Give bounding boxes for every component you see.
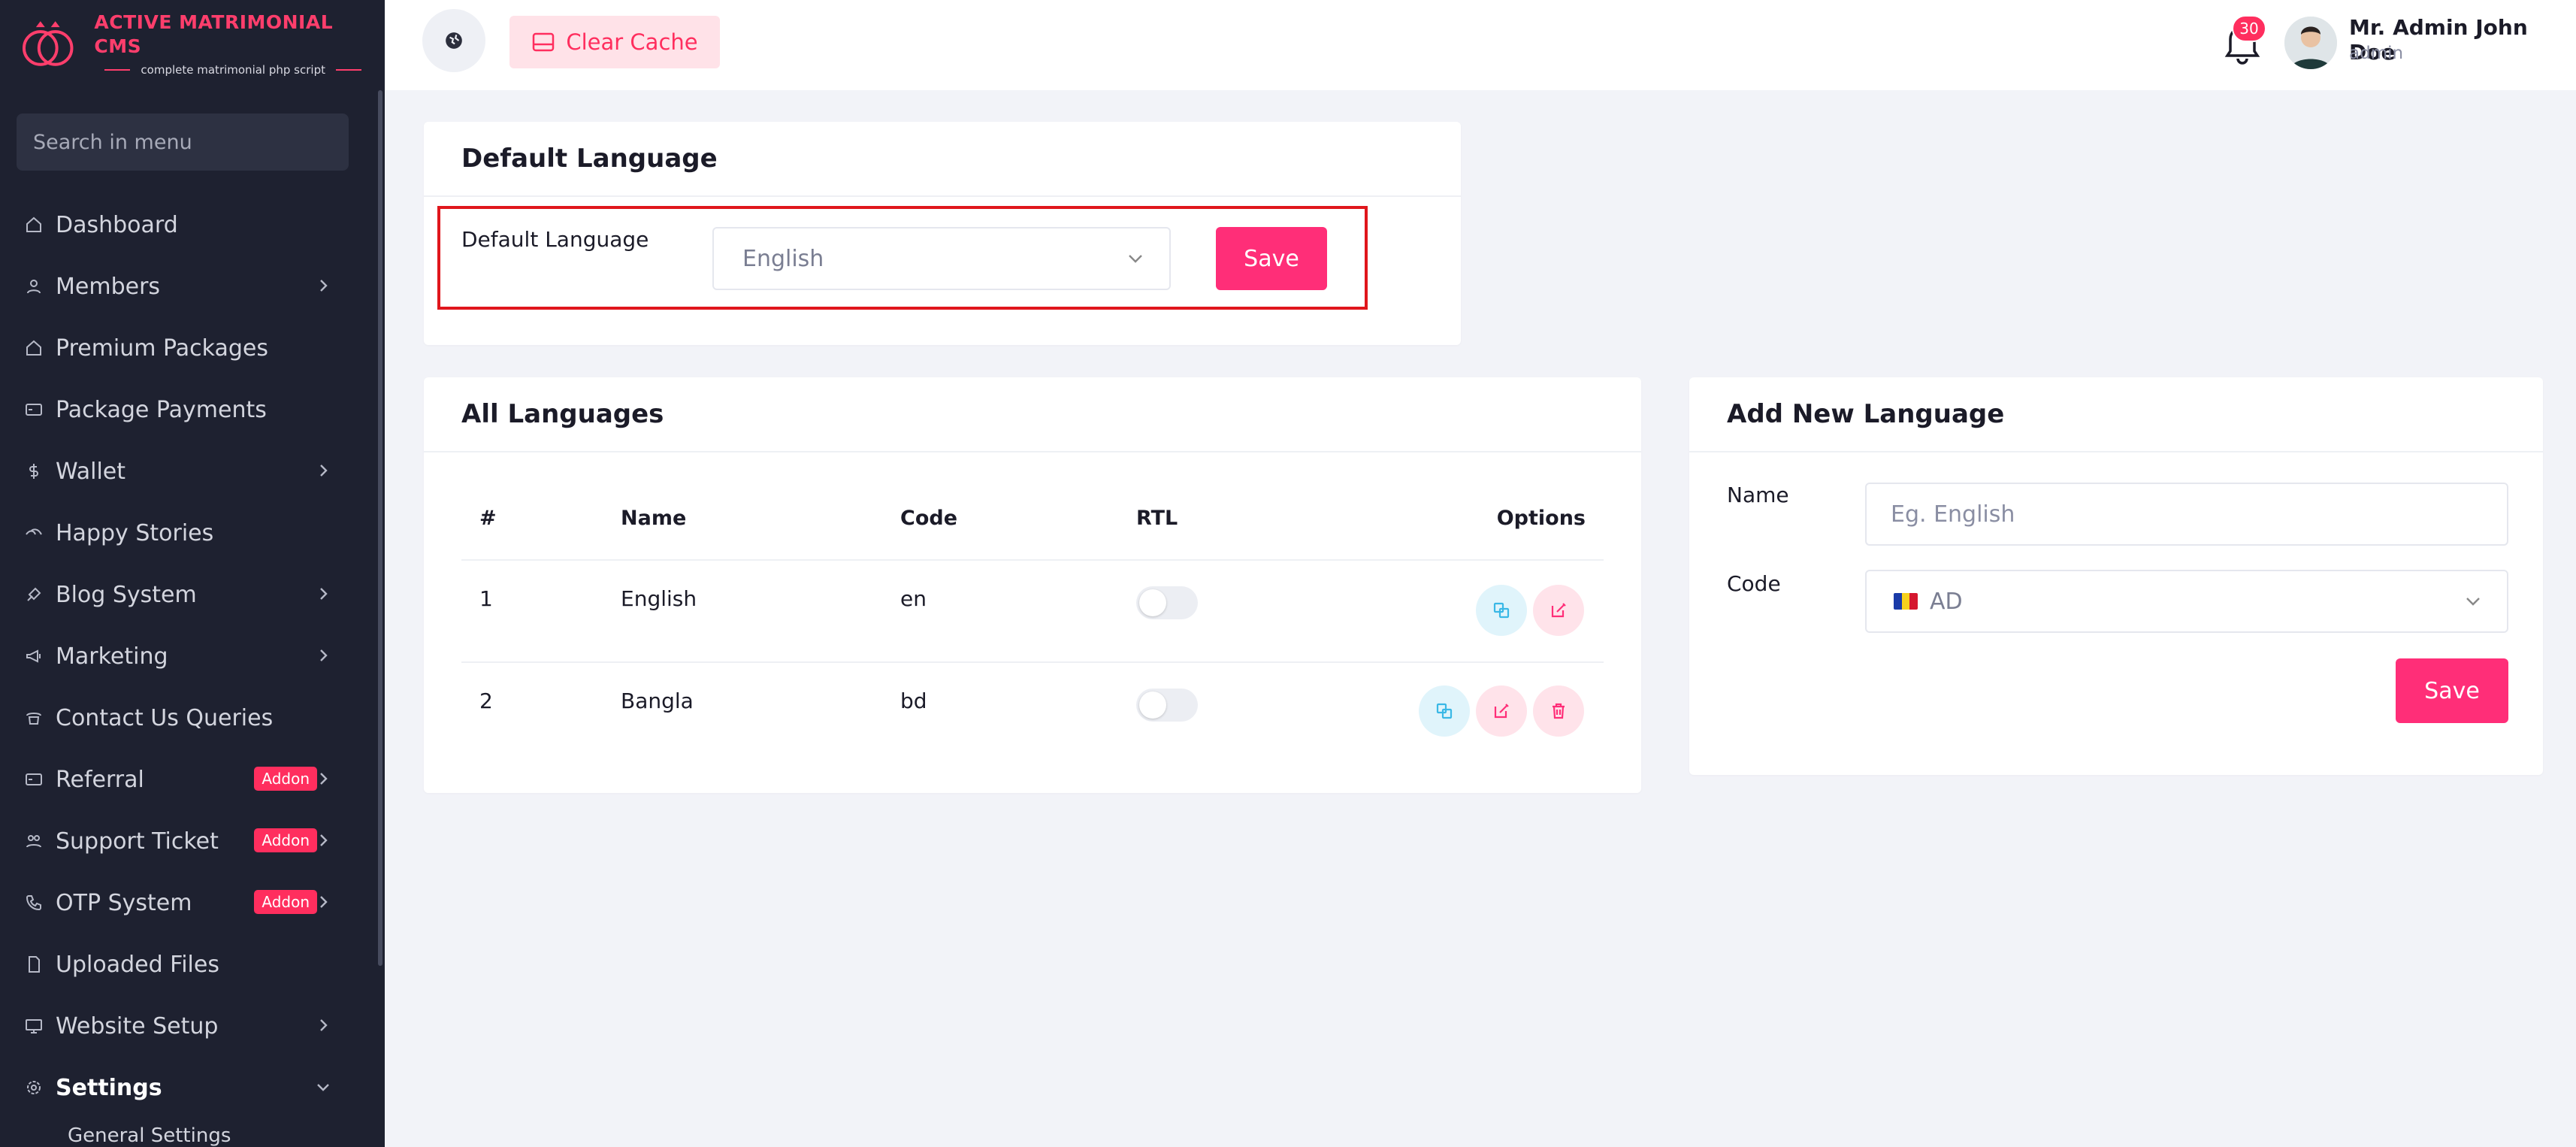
chevron-right-icon — [314, 831, 332, 849]
andorra-flag-icon — [1894, 593, 1918, 610]
visit-website-button[interactable] — [422, 9, 485, 72]
sidebar-subitem-general-settings[interactable]: General Settings — [0, 1118, 376, 1147]
edit-icon — [1551, 603, 1566, 618]
sidebar-item-uploaded-files[interactable]: Uploaded Files — [0, 934, 376, 995]
card-icon — [24, 400, 44, 419]
language-code-select[interactable]: AD — [1865, 570, 2508, 633]
sidebar-item-blog-system[interactable]: Blog System — [0, 564, 376, 625]
notification-count-badge: 30 — [2232, 15, 2266, 42]
sidebar-item-settings[interactable]: Settings — [0, 1057, 376, 1118]
dollar-icon — [24, 462, 44, 481]
column-header-rtl: RTL — [1136, 507, 1178, 530]
chevron-down-icon — [1127, 251, 1144, 266]
brand-title: ACTIVE MATRIMONIAL CMS — [94, 11, 334, 57]
chevron-right-icon — [314, 1016, 332, 1034]
avatar[interactable] — [2284, 17, 2337, 69]
language-name-input[interactable] — [1865, 483, 2508, 546]
card-title: Default Language — [424, 122, 1461, 197]
column-header-name: Name — [621, 507, 687, 530]
default-language-card: Default Language Default Language Englis… — [424, 122, 1461, 345]
chevron-right-icon — [314, 646, 332, 664]
user-icon — [24, 277, 44, 296]
chevron-right-icon — [314, 770, 332, 788]
default-language-select[interactable]: English — [712, 227, 1171, 290]
brand-subtitle: complete matrimonial php script — [141, 63, 325, 77]
card-title: All Languages — [424, 377, 1641, 452]
phone-call-icon — [24, 893, 44, 912]
file-icon — [24, 955, 44, 974]
all-languages-card: All Languages # Name Code RTL Options 1 … — [424, 377, 1641, 793]
home-icon — [24, 338, 44, 358]
megaphone-icon — [24, 646, 44, 666]
chevron-right-icon — [314, 893, 332, 911]
save-new-language-button[interactable]: Save — [2396, 658, 2508, 723]
delete-button[interactable] — [1533, 685, 1584, 737]
translate-icon — [1493, 602, 1510, 619]
monitor-icon — [24, 1016, 44, 1036]
sidebar-item-happy-stories[interactable]: Happy Stories — [0, 502, 376, 564]
translate-button[interactable] — [1476, 585, 1527, 636]
gear-icon — [24, 1078, 44, 1097]
user-role: admin — [2349, 44, 2404, 63]
blog-icon — [24, 585, 44, 604]
card-icon — [24, 770, 44, 789]
chevron-down-icon — [2465, 594, 2481, 609]
sidebar-item-referral[interactable]: Referral Addon — [0, 749, 376, 810]
rtl-toggle[interactable] — [1136, 689, 1198, 722]
sidebar-item-dashboard[interactable]: Dashboard — [0, 194, 376, 256]
top-bar: Clear Cache 30 Mr. Admin John Doe admin — [385, 0, 2576, 90]
save-default-language-button[interactable]: Save — [1216, 227, 1327, 290]
name-label: Name — [1727, 483, 1789, 507]
column-header-number: # — [479, 507, 497, 530]
chevron-right-icon — [314, 585, 332, 603]
support-icon — [24, 831, 44, 851]
rings-logo-icon — [22, 21, 74, 66]
code-label: Code — [1727, 571, 1781, 596]
sidebar-item-premium-packages[interactable]: Premium Packages — [0, 317, 376, 379]
brand-logo[interactable]: ACTIVE MATRIMONIAL CMS complete matrimon… — [21, 11, 385, 77]
column-header-code: Code — [900, 507, 958, 530]
sidebar: ACTIVE MATRIMONIAL CMS complete matrimon… — [0, 0, 385, 1147]
sidebar-item-contact-us-queries[interactable]: Contact Us Queries — [0, 687, 376, 749]
addon-badge: Addon — [254, 767, 317, 791]
sidebar-item-package-payments[interactable]: Package Payments — [0, 379, 376, 440]
edit-button[interactable] — [1476, 685, 1527, 737]
sidebar-item-support-ticket[interactable]: Support Ticket Addon — [0, 810, 376, 872]
sidebar-item-wallet[interactable]: Wallet — [0, 440, 376, 502]
rtl-toggle[interactable] — [1136, 586, 1198, 619]
edit-icon — [1494, 704, 1509, 719]
addon-badge: Addon — [254, 828, 317, 852]
translate-button[interactable] — [1419, 685, 1470, 737]
addon-badge: Addon — [254, 890, 317, 914]
column-header-options: Options — [1496, 507, 1586, 530]
sidebar-item-members[interactable]: Members — [0, 256, 376, 317]
chevron-right-icon — [314, 462, 332, 480]
trash-icon — [1553, 703, 1565, 719]
default-language-label: Default Language — [461, 227, 649, 252]
card-title: Add New Language — [1689, 377, 2543, 452]
sidebar-item-website-setup[interactable]: Website Setup — [0, 995, 376, 1057]
sidebar-scrollbar[interactable] — [378, 90, 382, 966]
translate-icon — [1436, 703, 1453, 719]
sidebar-item-marketing[interactable]: Marketing — [0, 625, 376, 687]
chevron-right-icon — [314, 277, 332, 295]
chevron-down-icon — [314, 1078, 332, 1096]
sidebar-menu: Dashboard Members Premium Packages Packa… — [0, 194, 376, 1147]
heart-hands-icon — [24, 523, 44, 543]
add-language-card: Add New Language Name Code AD Save — [1689, 377, 2543, 775]
phone-icon — [24, 708, 44, 728]
clear-cache-button[interactable]: Clear Cache — [509, 16, 720, 68]
sidebar-item-otp-system[interactable]: OTP System Addon — [0, 872, 376, 934]
hdd-icon — [533, 32, 555, 52]
globe-icon — [446, 32, 462, 49]
menu-search-input[interactable] — [17, 113, 349, 171]
home-icon — [24, 215, 44, 235]
edit-button[interactable] — [1533, 585, 1584, 636]
